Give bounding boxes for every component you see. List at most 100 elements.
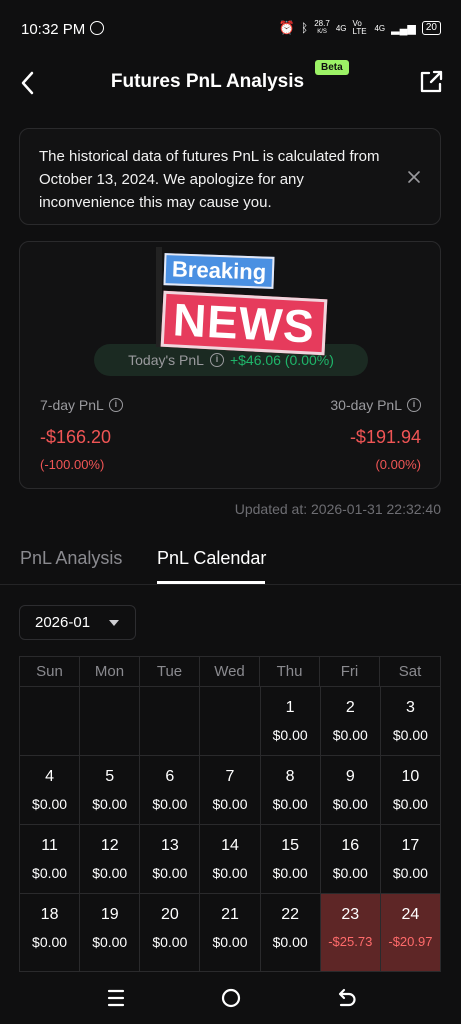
calendar-empty-cell [200,687,261,756]
day-pnl-value: $0.00 [272,727,308,743]
sticker-breaking-text: Breaking [163,253,275,289]
day-number: 24 [401,906,420,923]
day-number: 4 [45,768,55,785]
network-4g-1: 4G [335,23,347,33]
day-pnl-value: $0.00 [152,934,188,950]
speed-value: 28.7 [314,19,330,28]
calendar-day-cell[interactable]: 19 $0.00 [80,894,141,972]
sticker-news-text: NEWS [160,290,328,356]
updated-timestamp: Updated at: 2026-01-31 22:32:40 [234,501,441,517]
calendar-day-cell[interactable]: 15 $0.00 [260,825,321,894]
day-pnl-value: $0.00 [332,727,368,743]
calendar-day-cell[interactable]: 3 $0.00 [380,687,441,756]
weekday-label: Wed [200,657,260,687]
menu-icon [107,989,125,1007]
back-arrow-icon [338,988,356,1007]
calendar-day-cell[interactable]: 23 -$25.73 [320,894,381,972]
calendar-day-cell[interactable]: 4 $0.00 [20,756,81,825]
battery-icon: 20 [421,21,441,35]
calendar-day-cell[interactable]: 13 $0.00 [140,825,201,894]
weekday-label: Tue [140,657,200,687]
day-pnl-value: $0.00 [152,865,188,881]
calendar-grid: 1 $0.00 2 $0.00 3 $0.00 4 $0.00 5 $0.00 6 $0.00 7 $0.… [19,686,441,972]
day-pnl-value: $0.00 [152,796,188,812]
info-icon[interactable]: i [209,353,224,367]
calendar-day-cell[interactable]: 17 $0.00 [380,825,441,894]
weekday-label: Mon [80,657,140,687]
weekday-label: Sat [398,663,422,680]
seven-day-percent: (-100.00%) [40,457,105,472]
bluetooth-icon: ᛒ [301,21,309,35]
calendar-day-cell[interactable]: 6 $0.00 [140,756,201,825]
status-bar: 10:32 PM ⏰ ᛒ 28.7 K/S 4G Vo LTE 4G ▂▄▆ 2… [0,0,461,60]
day-number: 15 [281,837,300,854]
share-button[interactable] [417,68,445,96]
calendar-empty-cell [20,687,81,756]
calendar-day-cell[interactable]: 14 $0.00 [200,825,261,894]
day-pnl-value: $0.00 [212,796,248,812]
calendar-day-cell[interactable]: 1 $0.00 [260,687,321,756]
calendar-day-cell[interactable]: 20 $0.00 [140,894,201,972]
calendar-day-cell[interactable]: 11 $0.00 [20,825,81,894]
day-pnl-value: -$20.97 [388,934,433,949]
signal-icon: ▂▄▆ [391,22,416,35]
day-pnl-value: $0.00 [392,727,428,743]
calendar-day-cell[interactable]: 5 $0.00 [80,756,141,825]
day-pnl-value: $0.00 [92,865,128,881]
calendar-day-cell[interactable]: 21 $0.00 [200,894,261,972]
day-number: 20 [160,906,179,923]
day-number: 5 [105,768,115,785]
home-button[interactable] [219,986,243,1010]
day-number: 19 [100,906,119,923]
info-icon[interactable]: i [108,398,123,412]
active-tab-indicator [157,581,265,584]
tab-bar: PnL Analysis PnL Calendar [0,540,461,585]
day-pnl-value: $0.00 [392,865,428,881]
info-icon[interactable]: i [407,398,421,412]
calendar-day-cell[interactable]: 16 $0.00 [320,825,381,894]
battery-level: 20 [425,22,437,33]
notice-close-button[interactable] [406,169,422,185]
weekday-label: Thu [260,657,320,687]
alarm-icon: ⏰ [278,20,296,35]
day-pnl-value: $0.00 [92,934,128,950]
day-number: 10 [401,768,420,785]
speed-unit: K/S [317,29,327,35]
calendar-empty-cell [80,687,141,756]
day-number: 12 [100,837,119,854]
day-pnl-value: $0.00 [32,934,68,950]
back-nav-button[interactable] [334,986,358,1010]
calendar-day-cell[interactable]: 18 $0.00 [20,894,81,972]
month-select[interactable]: 2026-01 [19,605,136,640]
day-number: 21 [221,906,239,923]
tab-pnl-analysis[interactable]: PnL Analysis [20,548,122,569]
menu-button[interactable] [104,986,128,1010]
tab-pnl-calendar[interactable]: PnL Calendar [157,548,266,569]
calendar-day-cell[interactable]: 7 $0.00 [200,756,261,825]
calendar-day-cell[interactable]: 22 $0.00 [260,894,321,972]
month-select-value: 2026-01 [35,614,91,631]
day-pnl-value: $0.00 [332,865,368,881]
whatsapp-icon [90,21,104,35]
calendar-day-cell[interactable]: 12 $0.00 [80,825,141,894]
calendar-day-cell[interactable]: 24 -$20.97 [380,894,441,972]
day-pnl-value: $0.00 [392,796,428,812]
calendar-weekday-header: Sun Mon Tue Wed Thu Fri Sat [19,656,441,687]
seven-day-label-row: 7-day PnL i [40,397,123,413]
day-number: 9 [345,768,355,785]
share-icon [420,70,443,93]
page-title: Futures PnL Analysis [110,71,305,92]
day-number: 3 [405,699,415,716]
calendar-day-cell[interactable]: 9 $0.00 [320,756,381,825]
day-pnl-value: $0.00 [32,865,68,881]
day-pnl-value: $0.00 [272,934,308,950]
calendar-day-cell[interactable]: 10 $0.00 [380,756,441,825]
thirty-day-label: 30-day PnL [330,397,402,413]
status-icons: ⏰ ᛒ 28.7 K/S 4G Vo LTE 4G ▂▄▆ 20 [279,20,441,36]
calendar-day-cell[interactable]: 2 $0.00 [320,687,381,756]
day-number: 6 [165,768,175,785]
network-4g-2: 4G [374,23,386,33]
day-number: 8 [285,768,295,785]
pnl-summary-card: Today's PnL i +$46.06 (0.00%) Breaking N… [19,241,441,489]
calendar-day-cell[interactable]: 8 $0.00 [260,756,321,825]
